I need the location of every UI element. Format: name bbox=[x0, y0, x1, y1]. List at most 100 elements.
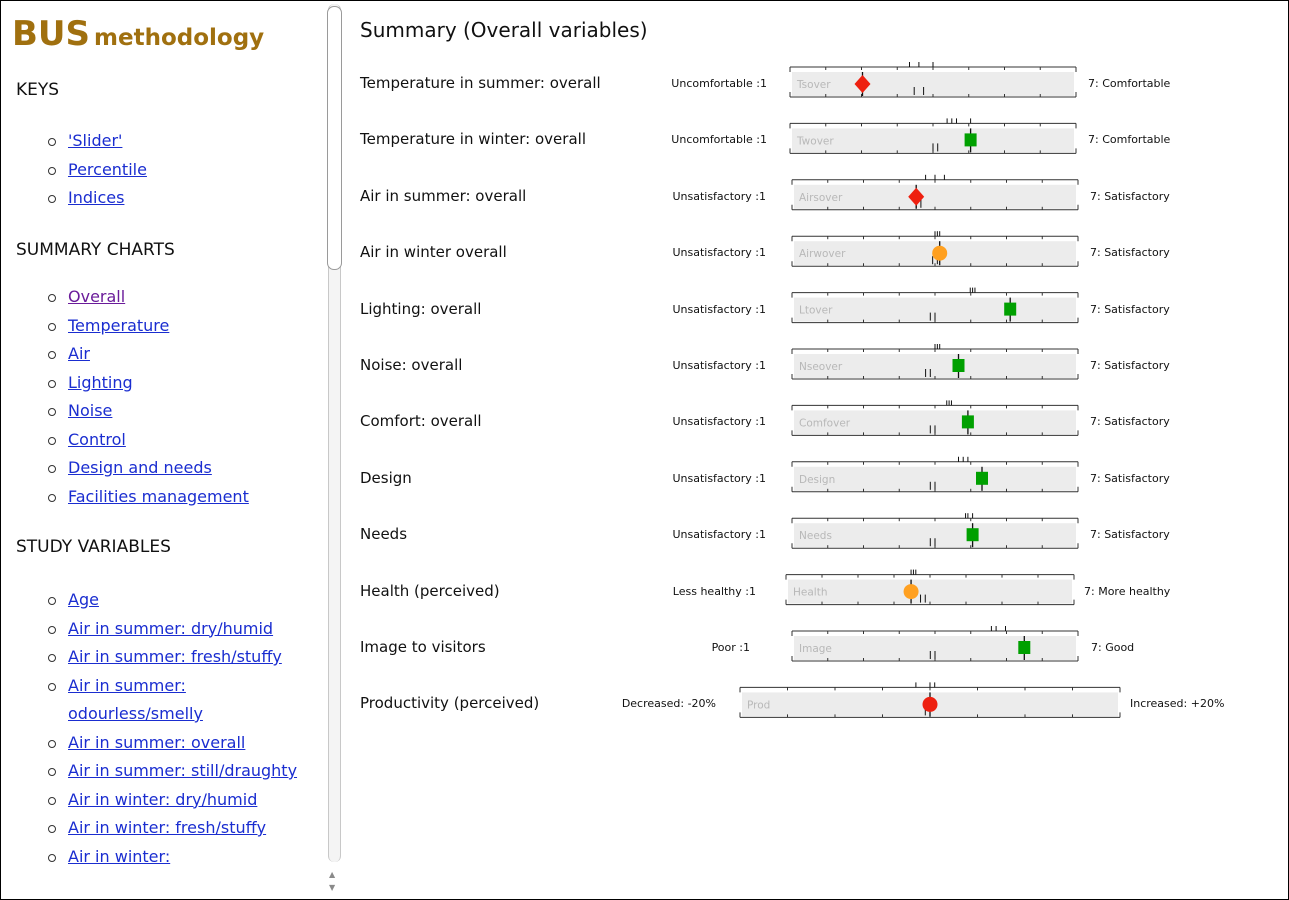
slider-band bbox=[794, 523, 1076, 548]
row-label: Air in winter overall bbox=[360, 243, 507, 262]
sidebar-scrollbar[interactable]: ▲ ▼ bbox=[325, 4, 343, 897]
row-label: Air in summer: overall bbox=[360, 186, 527, 205]
list-item: Air in summer: still/draughty bbox=[48, 757, 313, 786]
scale-max-label: 7: More healthy bbox=[1084, 584, 1171, 598]
scale-max-label: 7: Satisfactory bbox=[1090, 246, 1170, 260]
scale-min-label: Poor :1 bbox=[711, 641, 750, 654]
row-label: Noise: overall bbox=[360, 356, 463, 374]
keys-list: 'Slider' Percentile Indices bbox=[48, 127, 313, 213]
nav-link-air-summer-fresh-stuffy[interactable]: Air in summer: fresh/stuffy bbox=[68, 647, 282, 666]
nav-link-air-winter-fresh-stuffy[interactable]: Air in winter: fresh/stuffy bbox=[68, 818, 266, 837]
value-marker-square bbox=[966, 528, 979, 542]
nav-link-facilities-management[interactable]: Facilities management bbox=[68, 487, 249, 506]
slider-code-label: Health bbox=[793, 587, 827, 599]
slider-code-label: Needs bbox=[799, 530, 832, 542]
row-label: Design bbox=[360, 468, 412, 487]
value-marker-square bbox=[952, 359, 965, 372]
scroll-down-arrow-icon[interactable]: ▼ bbox=[329, 883, 335, 892]
list-item: Noise bbox=[48, 397, 313, 426]
row-label: Temperature in winter: overall bbox=[360, 130, 586, 149]
summary-charts-list: Overall Temperature Air Lighting Noise C… bbox=[48, 283, 313, 511]
nav-link-air-summer-odourless-smelly[interactable]: Air in summer: odourless/smelly bbox=[68, 676, 203, 724]
scrollbar-thumb[interactable] bbox=[327, 6, 342, 270]
scroll-up-arrow-icon[interactable]: ▲ bbox=[329, 870, 335, 879]
scale-max-label: 7: Comfortable bbox=[1088, 77, 1171, 90]
slider-code-label: Airsover bbox=[799, 192, 843, 204]
nav-link-design-and-needs[interactable]: Design and needs bbox=[68, 458, 212, 477]
value-marker-square bbox=[1004, 302, 1017, 316]
slider-code-label: Image bbox=[799, 643, 832, 655]
row-label: Lighting: overall bbox=[360, 299, 482, 318]
nav-link-air-summer-dry-humid[interactable]: Air in summer: dry/humid bbox=[68, 619, 273, 638]
list-item: Air in winter: fresh/stuffy bbox=[48, 814, 313, 843]
list-item: 'Slider' bbox=[48, 127, 313, 156]
scale-min-label: Unsatisfactory :1 bbox=[672, 359, 766, 372]
nav-link-air-summer-still-draughty[interactable]: Air in summer: still/draughty bbox=[68, 761, 297, 780]
nav-link-air[interactable]: Air bbox=[68, 344, 90, 363]
list-item: Air in winter: dry/humid bbox=[48, 786, 313, 815]
value-marker-square bbox=[1018, 641, 1031, 654]
list-item: Air in summer: fresh/stuffy bbox=[48, 643, 313, 672]
value-marker-square bbox=[964, 133, 977, 147]
scale-min-label: Unsatisfactory :1 bbox=[672, 246, 766, 260]
nav-link-temperature[interactable]: Temperature bbox=[68, 316, 169, 335]
section-heading-keys: KEYS bbox=[16, 80, 60, 100]
brand-small: methodology bbox=[94, 25, 265, 51]
study-variables-list: Age Air in summer: dry/humid Air in summ… bbox=[48, 586, 313, 871]
nav-link-air-summer-overall[interactable]: Air in summer: overall bbox=[68, 733, 245, 752]
list-item: Age bbox=[48, 586, 313, 615]
slider-code-label: Tsover bbox=[796, 79, 831, 91]
slider-band bbox=[792, 72, 1074, 96]
value-marker-diamond bbox=[854, 75, 871, 93]
section-heading-study-variables: STUDY VARIABLES bbox=[16, 537, 171, 557]
row-label: Temperature in summer: overall bbox=[360, 74, 601, 92]
scale-min-label: Unsatisfactory :1 bbox=[672, 415, 766, 429]
list-item: Design and needs bbox=[48, 454, 313, 483]
list-item: Indices bbox=[48, 184, 313, 213]
value-marker-diamond bbox=[908, 187, 925, 206]
nav-link-indices[interactable]: Indices bbox=[68, 188, 124, 207]
list-item: Air in summer: dry/humid bbox=[48, 615, 313, 644]
nav-link-percentile[interactable]: Percentile bbox=[68, 160, 147, 179]
nav-link-age[interactable]: Age bbox=[68, 590, 99, 609]
list-item: Percentile bbox=[48, 156, 313, 185]
slider-code-label: Airwover bbox=[799, 248, 846, 260]
slider-band bbox=[794, 184, 1076, 209]
slider-band bbox=[794, 410, 1076, 435]
scale-max-label: 7: Satisfactory bbox=[1090, 189, 1170, 203]
scale-min-label: Unsatisfactory :1 bbox=[672, 528, 766, 542]
slider-code-label: Twover bbox=[796, 135, 834, 147]
value-marker-circle bbox=[932, 245, 948, 261]
nav-link-slider[interactable]: 'Slider' bbox=[68, 131, 122, 150]
row-label: Health (perceived) bbox=[360, 581, 500, 600]
section-heading-summary-charts: SUMMARY CHARTS bbox=[16, 240, 175, 260]
scale-max-label: 7: Comfortable bbox=[1088, 133, 1171, 147]
list-item: Air bbox=[48, 340, 313, 369]
scale-max-label: 7: Satisfactory bbox=[1090, 471, 1170, 485]
slider-band bbox=[794, 354, 1076, 378]
nav-link-control[interactable]: Control bbox=[68, 430, 126, 449]
list-item: Lighting bbox=[48, 369, 313, 398]
list-item: Air in summer: odourless/smelly bbox=[48, 672, 313, 729]
scale-max-label: 7: Satisfactory bbox=[1090, 359, 1170, 372]
value-marker-circle bbox=[903, 584, 919, 600]
scale-min-label: Less healthy :1 bbox=[672, 584, 756, 598]
list-item: Air in summer: overall bbox=[48, 729, 313, 758]
slider-band bbox=[794, 241, 1076, 266]
scale-min-label: Decreased: -20% bbox=[621, 697, 716, 711]
nav-link-lighting[interactable]: Lighting bbox=[68, 373, 133, 392]
scale-min-label: Uncomfortable :1 bbox=[671, 77, 767, 90]
scale-max-label: 7: Good bbox=[1091, 641, 1135, 654]
slider-band bbox=[794, 297, 1076, 322]
list-item: Temperature bbox=[48, 312, 313, 341]
scale-min-label: Unsatisfactory :1 bbox=[672, 189, 766, 203]
scale-max-label: Increased: +20% bbox=[1130, 697, 1225, 711]
slider-band bbox=[788, 579, 1072, 604]
nav-link-air-winter[interactable]: Air in winter: bbox=[68, 847, 170, 866]
sidebar: BUS methodology KEYS 'Slider' Percentile … bbox=[0, 0, 318, 900]
slider-code-label: Comfover bbox=[799, 417, 851, 429]
scale-min-label: Unsatisfactory :1 bbox=[672, 471, 766, 485]
nav-link-noise[interactable]: Noise bbox=[68, 401, 112, 420]
nav-link-air-winter-dry-humid[interactable]: Air in winter: dry/humid bbox=[68, 790, 257, 809]
nav-link-overall[interactable]: Overall bbox=[68, 287, 125, 306]
